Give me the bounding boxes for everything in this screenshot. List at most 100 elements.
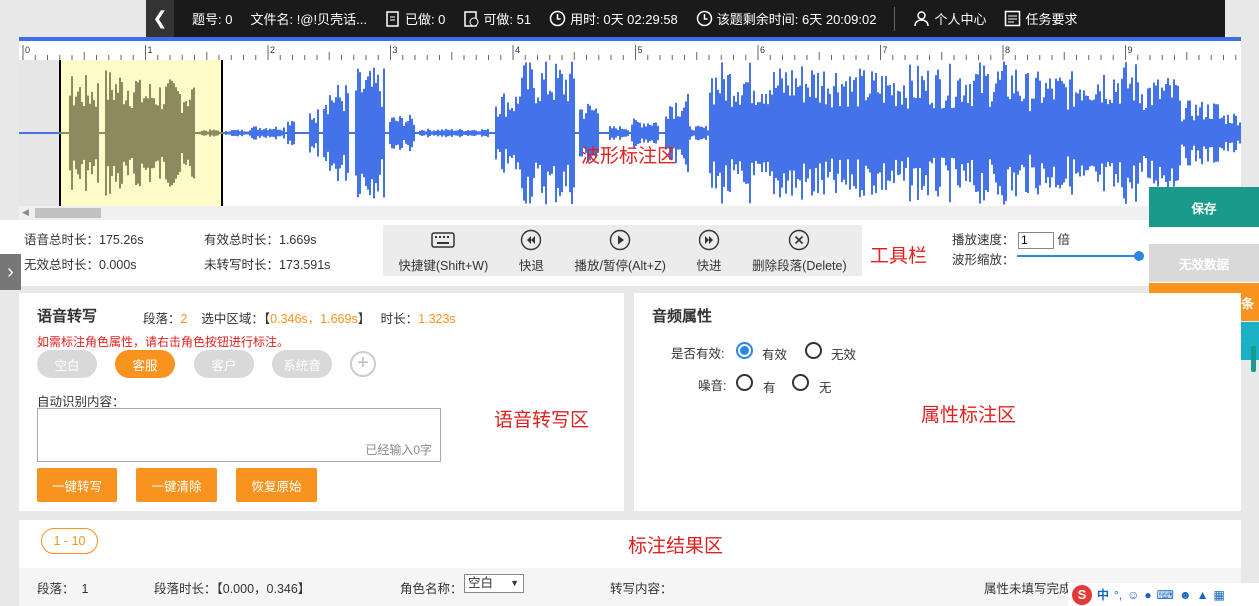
waveform-sample <box>499 114 501 152</box>
waveform-sample <box>447 129 449 137</box>
waveform-sample <box>865 100 867 166</box>
invalid-data-button[interactable]: 无效数据 <box>1149 244 1259 282</box>
waveform-scrollbar[interactable]: ◀ <box>19 206 1241 220</box>
expand-panel-button[interactable]: › <box>0 254 21 290</box>
save-button[interactable]: 保存 <box>1149 187 1259 227</box>
auto-transcribe-button[interactable]: 一键转写 <box>37 468 117 502</box>
waveform-sample <box>649 124 651 142</box>
waveform-sample <box>385 132 387 134</box>
waveform-sample <box>1045 82 1047 184</box>
waveform-sample <box>709 92 711 174</box>
waveform-sample <box>509 109 511 157</box>
waveform-sample <box>781 78 783 188</box>
available-count: 可做: 51 <box>483 12 532 27</box>
waveform-sample <box>389 121 391 145</box>
waveform-sample <box>355 90 357 176</box>
waveform-sample <box>247 131 249 135</box>
waveform-sample <box>193 87 195 179</box>
play-pause-button[interactable]: 播放/暂停(Alt+Z) <box>575 228 666 274</box>
waveform-sample <box>613 126 615 140</box>
waveform-sample <box>1185 107 1187 159</box>
waveform-svg <box>19 60 1241 206</box>
waveform-sample <box>451 129 453 137</box>
waveform-sample <box>791 70 793 196</box>
waveform-sample <box>505 116 507 150</box>
keyboard-icon[interactable]: ⌨ <box>1157 588 1174 602</box>
waveform-sample <box>491 132 493 134</box>
pagination-button[interactable]: 1 - 10 <box>41 528 98 554</box>
zoom-slider-track[interactable] <box>1017 255 1139 257</box>
personal-center-link[interactable]: 个人中心 <box>913 9 986 28</box>
waveform-sample <box>1081 100 1083 166</box>
clear-all-button[interactable]: 一键清除 <box>136 468 217 502</box>
waveform-sample <box>157 105 159 161</box>
role-customer-button[interactable]: 客户 <box>194 350 254 378</box>
waveform-sample <box>775 87 777 179</box>
time-ruler[interactable]: 0 1 2 3 4 5 6 7 8 9 <box>19 37 1241 60</box>
waveform-sample <box>189 99 191 167</box>
scrollbar-thumb[interactable] <box>35 208 101 218</box>
waveform-sample <box>211 130 213 136</box>
delete-segment-button[interactable]: 删除段落(Delete) <box>752 228 847 274</box>
waveform-sample <box>945 100 947 166</box>
waveform-sample <box>957 80 959 186</box>
waveform-sample <box>185 101 187 165</box>
shortcut-button[interactable]: 快捷键(Shift+W) <box>398 228 488 274</box>
scroll-left-arrow[interactable]: ◀ <box>22 207 29 218</box>
page-scrollbar[interactable] <box>1251 346 1256 372</box>
waveform-sample <box>257 129 259 137</box>
skin-icon[interactable]: ▲ <box>1197 588 1209 602</box>
ime-mode[interactable]: 中 <box>1097 586 1109 603</box>
audio-attribute-panel: 音频属性 是否有效: 有效 无效 噪音: 有 无 属性标注区 <box>634 293 1241 511</box>
table-row[interactable]: 段落： 1 段落时长：【0.000，0.346】 角色名称： 空白 ▼ 转写内容… <box>19 568 1241 606</box>
waveform-canvas[interactable] <box>19 60 1241 206</box>
role-agent-button[interactable]: 客服 <box>115 350 175 378</box>
rewind-button[interactable]: 快退 <box>519 228 544 274</box>
back-button[interactable]: ❮ <box>146 0 174 37</box>
waveform-sample <box>97 83 99 183</box>
waveform-sample <box>615 128 617 138</box>
waveform-sample <box>377 74 379 192</box>
fast-forward-button[interactable]: 快进 <box>697 228 722 274</box>
waveform-sample <box>183 102 185 164</box>
waveform-sample <box>659 132 661 134</box>
waveform-sample <box>283 127 285 139</box>
role-blank-button[interactable]: 空白 <box>37 350 97 378</box>
waveform-sample <box>1231 123 1233 143</box>
punctuation-icon[interactable]: °, <box>1114 588 1122 602</box>
add-role-icon[interactable]: + <box>350 351 376 377</box>
waveform-sample <box>351 132 353 134</box>
speed-input[interactable] <box>1018 231 1054 249</box>
waveform-sample <box>1223 115 1225 151</box>
waveform-sample <box>941 108 943 158</box>
waveform-sample <box>693 130 695 136</box>
waveform-sample <box>493 132 495 134</box>
chevron-left-icon: ❮ <box>152 8 168 28</box>
waveform-sample <box>569 73 571 193</box>
role-system-button[interactable]: 系统音 <box>272 350 332 378</box>
waveform-sample <box>1033 98 1035 168</box>
waveform-sample <box>1151 105 1153 161</box>
task-requirements-link[interactable]: 任务要求 <box>1004 9 1077 28</box>
grid-icon[interactable]: ▦ <box>1214 588 1225 602</box>
waveform-sample <box>577 132 579 134</box>
emoji-icon[interactable]: ☺ <box>1127 588 1139 602</box>
waveform-sample <box>179 94 181 172</box>
zoom-slider-handle[interactable] <box>1134 251 1144 261</box>
transcription-textarea[interactable]: 已经输入0字 <box>37 408 441 462</box>
role-select[interactable]: 空白 ▼ <box>464 574 524 593</box>
waveform-sample <box>885 76 887 190</box>
ime-toolbar[interactable]: S 中 °, ☺ ● ⌨ ☻ ▲ ▦ <box>1068 583 1259 606</box>
waveform-sample <box>1011 75 1013 191</box>
noise-yes-radio[interactable] <box>736 374 753 391</box>
user-icon[interactable]: ☻ <box>1179 588 1192 602</box>
invalid-radio[interactable] <box>805 342 822 359</box>
waveform-sample <box>175 87 177 179</box>
restore-original-button[interactable]: 恢复原始 <box>236 468 317 502</box>
valid-radio[interactable] <box>736 342 753 359</box>
waveform-sample <box>855 77 857 189</box>
microphone-icon[interactable]: ● <box>1144 588 1151 602</box>
waveform-sample <box>773 71 775 195</box>
waveform-sample <box>449 130 451 136</box>
noise-no-radio[interactable] <box>792 374 809 391</box>
